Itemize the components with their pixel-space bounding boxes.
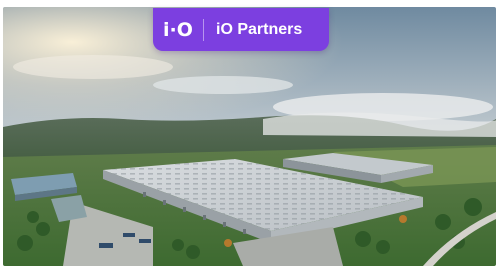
brand-badge: i·O iO Partners [153, 8, 329, 51]
brand-name: iO Partners [216, 20, 303, 38]
brand-logo-mark: i·O [163, 18, 193, 41]
